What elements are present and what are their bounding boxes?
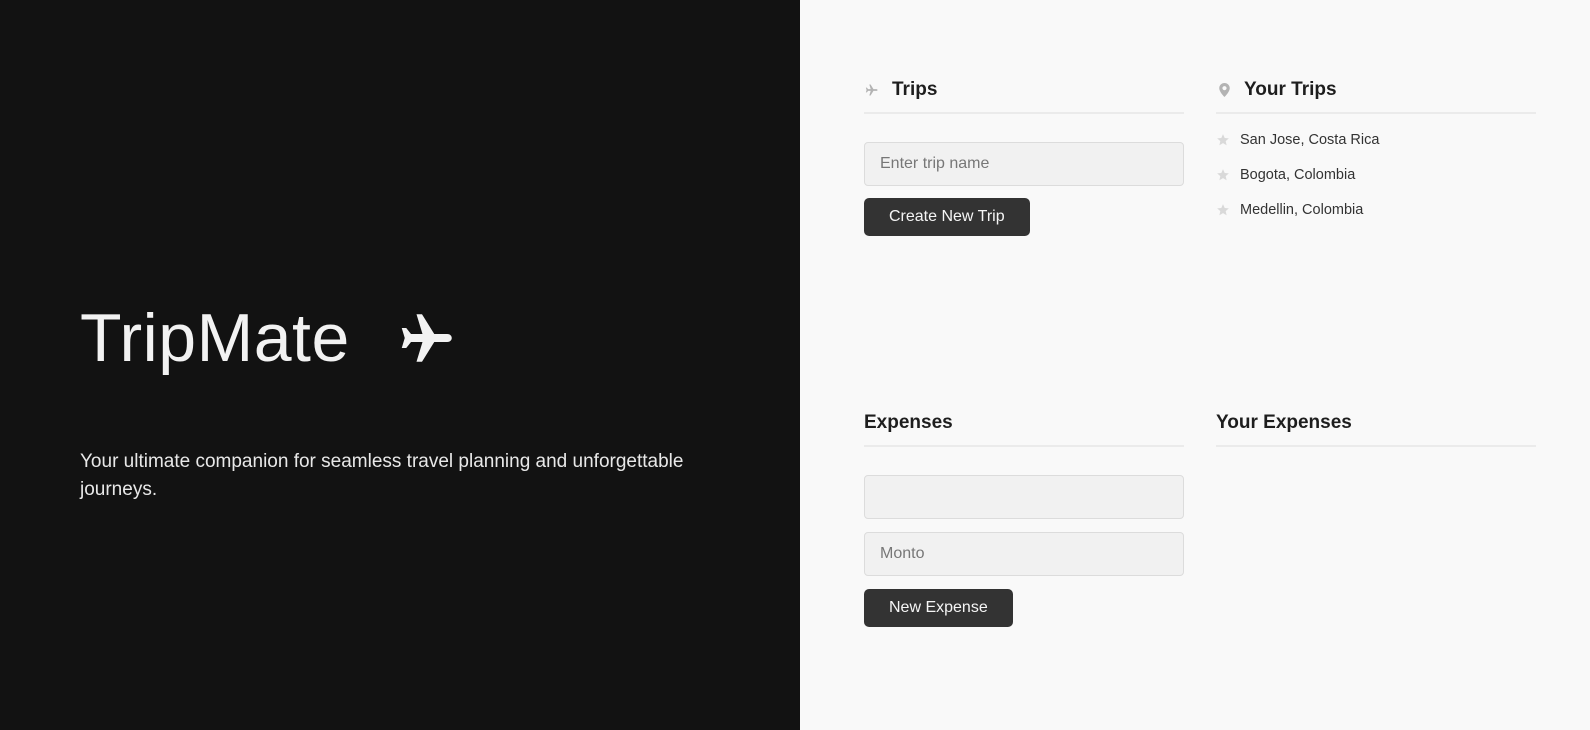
hero-title-row: TripMate [80, 298, 458, 378]
app-root: TripMate Your ultimate companion for sea… [0, 0, 1590, 730]
expense-amount-input[interactable] [864, 532, 1184, 576]
new-expense-button[interactable]: New Expense [864, 589, 1013, 627]
star-icon [1216, 168, 1230, 182]
main-panel: Trips Create New Trip Your Trips [800, 0, 1590, 730]
expenses-title: Expenses [864, 412, 953, 433]
star-icon [1216, 203, 1230, 217]
trip-label: Medellin, Colombia [1240, 201, 1364, 218]
star-icon [1216, 133, 1230, 147]
your-trips-title: Your Trips [1244, 79, 1337, 100]
map-marker-icon [1216, 82, 1232, 98]
your-trips-section: Your Trips San Jose, Costa Rica Bogota, … [1216, 72, 1536, 227]
trip-list: San Jose, Costa Rica Bogota, Colombia Me… [1216, 122, 1536, 227]
trips-title: Trips [892, 79, 938, 100]
trip-list-item[interactable]: Medellin, Colombia [1216, 192, 1536, 227]
airplane-icon [864, 82, 880, 98]
trip-label: Bogota, Colombia [1240, 166, 1356, 183]
your-trips-header: Your Trips [1216, 72, 1536, 114]
trip-name-input[interactable] [864, 142, 1184, 186]
expenses-section: Expenses New Expense [864, 405, 1184, 627]
hero-panel: TripMate Your ultimate companion for sea… [0, 0, 800, 730]
create-new-trip-button[interactable]: Create New Trip [864, 198, 1030, 236]
trip-list-item[interactable]: Bogota, Colombia [1216, 157, 1536, 192]
trip-list-item[interactable]: San Jose, Costa Rica [1216, 122, 1536, 157]
airplane-icon [398, 308, 458, 368]
trips-header: Trips [864, 72, 1184, 114]
your-expenses-section: Your Expenses [1216, 405, 1536, 447]
your-expenses-header: Your Expenses [1216, 405, 1536, 447]
your-expenses-title: Your Expenses [1216, 412, 1352, 433]
app-title: TripMate [80, 300, 350, 376]
hero-tagline: Your ultimate companion for seamless tra… [80, 451, 684, 500]
expense-name-input[interactable] [864, 475, 1184, 519]
trip-label: San Jose, Costa Rica [1240, 131, 1380, 148]
trips-section: Trips Create New Trip [864, 72, 1184, 236]
expenses-header: Expenses [864, 405, 1184, 447]
